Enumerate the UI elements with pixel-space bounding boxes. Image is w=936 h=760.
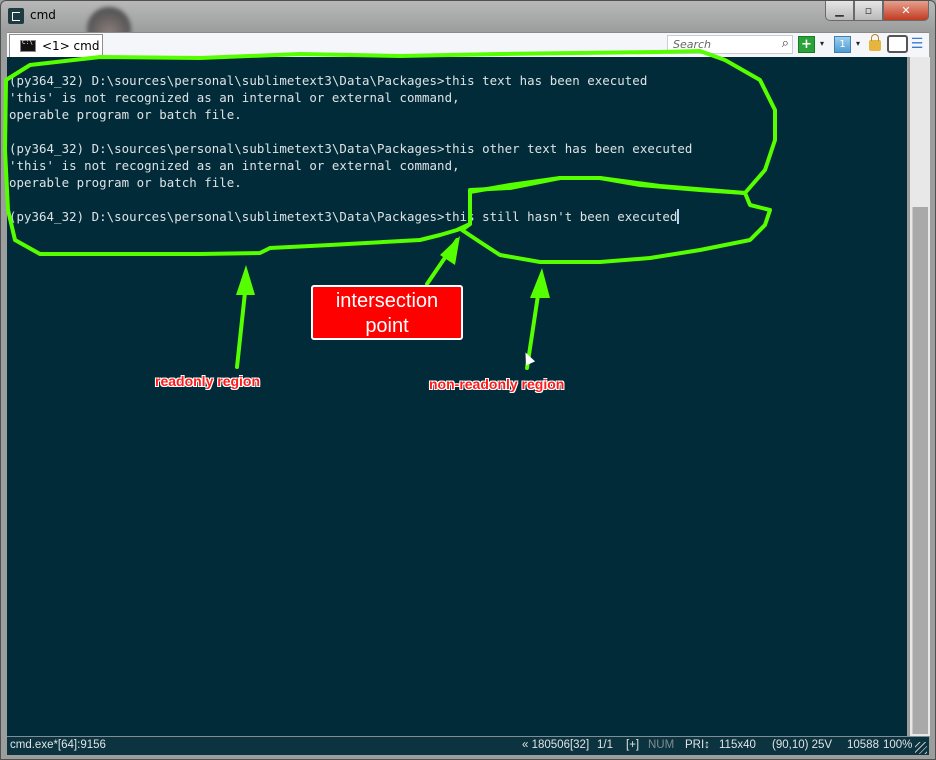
status-plus[interactable]: [+]	[626, 739, 639, 751]
search-icon[interactable]: ⌕	[782, 36, 789, 51]
status-bar: cmd.exe*[64]:9156 « 180506[32] 1/1 [+] N…	[7, 736, 929, 755]
tab-cmd[interactable]: <1> cmd	[9, 34, 103, 57]
minimize-button[interactable]: ▁	[825, 1, 854, 21]
intersection-label-line1: intersection	[335, 290, 439, 312]
console-line: operable program or batch file.	[9, 107, 242, 122]
tab-bar: <1> cmd Search ⌕ + ▾ 1 ▾ ☰	[7, 32, 929, 57]
status-size[interactable]: 115x40	[719, 739, 756, 751]
console-line: 'this' is not recognized as an internal …	[9, 158, 460, 173]
status-console-index[interactable]: 1/1	[597, 739, 613, 751]
close-button[interactable]: ✕	[883, 1, 929, 21]
console-line: operable program or batch file.	[9, 175, 242, 190]
intersection-label-line2: point	[365, 315, 409, 337]
console-output[interactable]: (py364_32) D:\sources\personal\sublimete…	[7, 57, 907, 736]
window-controls: ▁ ▫ ✕	[825, 1, 929, 21]
readonly-region-label: readonly region	[155, 373, 261, 389]
console-line: (py364_32) D:\sources\personal\sublimete…	[9, 141, 693, 156]
tab-list-dropdown-icon[interactable]: ▾	[853, 36, 863, 51]
console-line: 'this' is not recognized as an internal …	[9, 90, 460, 105]
vertical-scrollbar[interactable]	[909, 57, 930, 736]
tab-label: <1> cmd	[42, 39, 100, 53]
new-console-icon[interactable]: +	[798, 36, 815, 53]
status-server[interactable]: « 180506[32]	[522, 739, 589, 751]
resize-grip[interactable]	[915, 742, 927, 754]
intersection-point-label: intersection point	[311, 285, 463, 340]
tab-number-icon[interactable]: 1	[834, 36, 851, 53]
split-panel-icon[interactable]	[887, 35, 908, 53]
new-console-dropdown-icon[interactable]: ▾	[817, 36, 827, 51]
lock-icon[interactable]	[869, 34, 881, 51]
menu-icon[interactable]: ☰	[910, 36, 924, 52]
maximize-button[interactable]: ▫	[854, 1, 883, 21]
search-input[interactable]: Search ⌕	[667, 35, 793, 54]
console-prompt-line[interactable]: (py364_32) D:\sources\personal\sublimete…	[9, 209, 680, 224]
console-line: (py364_32) D:\sources\personal\sublimete…	[9, 73, 648, 88]
non-readonly-region-label: non-readonly region	[429, 376, 565, 392]
console-icon	[20, 39, 36, 52]
status-process: cmd.exe*[64]:9156	[10, 739, 106, 751]
text-cursor	[677, 209, 680, 224]
app-icon	[8, 8, 24, 24]
status-zoom[interactable]: 100%	[883, 739, 912, 751]
title-bar[interactable]: cmd ▁ ▫ ✕	[1, 1, 935, 51]
window-title: cmd	[30, 8, 56, 22]
status-priority[interactable]: PRI↕	[685, 739, 710, 751]
status-buffer[interactable]: 10588	[847, 739, 879, 751]
search-placeholder: Search	[673, 38, 712, 51]
status-cursor[interactable]: (90,10) 25V	[772, 739, 832, 751]
scrollbar-thumb[interactable]	[912, 207, 928, 734]
current-command: (py364_32) D:\sources\personal\sublimete…	[9, 209, 678, 224]
status-num[interactable]: NUM	[648, 739, 674, 751]
